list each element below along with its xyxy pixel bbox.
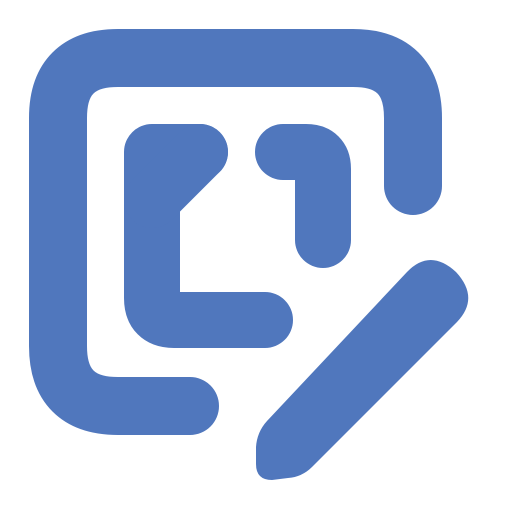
bracket-notch [124,124,228,228]
pencil-shape [256,260,469,480]
edit-document-icon [29,29,469,480]
hook-shape [255,124,351,268]
icon-canvas [0,0,512,512]
